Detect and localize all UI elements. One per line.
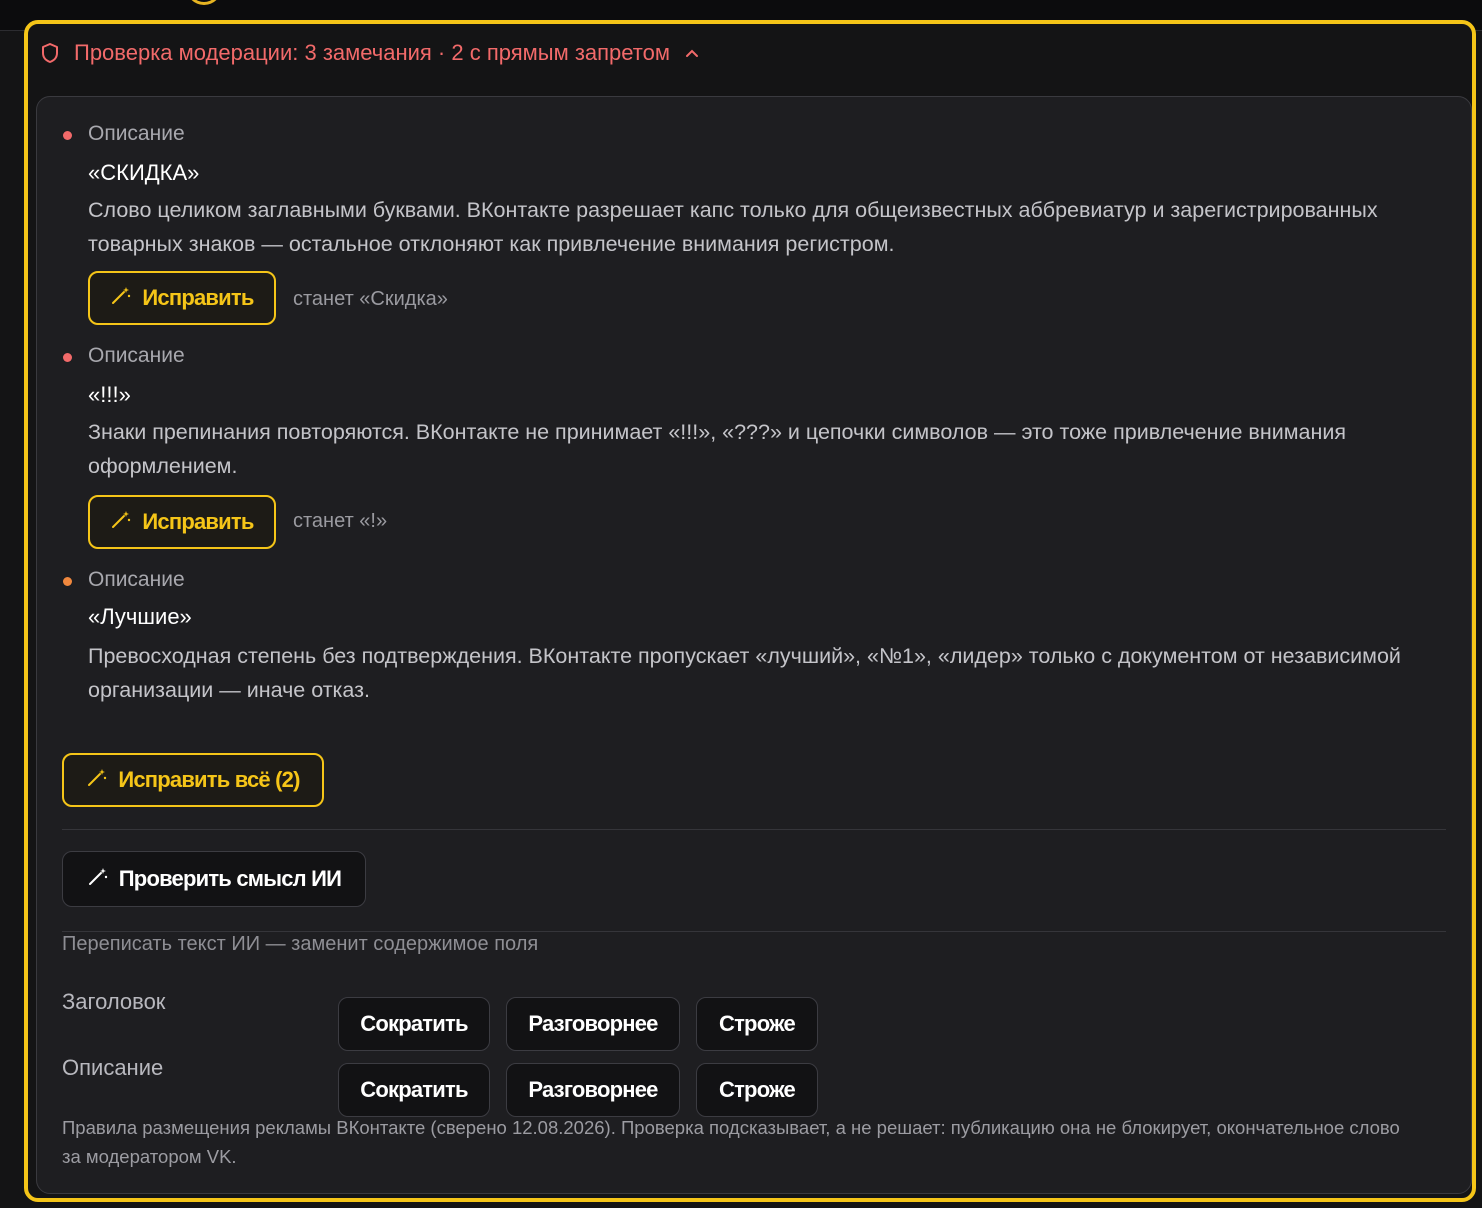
issue-description: Знаки препинания повторяются. ВКонтакте … <box>88 420 1346 478</box>
fix-button[interactable]: Исправить <box>88 271 276 325</box>
issue-field: Описание <box>88 568 185 591</box>
rewrite-row-label: Описание <box>62 1055 164 1080</box>
chevron-up-icon[interactable] <box>684 47 700 59</box>
magic-wand-icon <box>86 766 108 794</box>
fix-button[interactable]: Исправить <box>88 495 276 549</box>
moderation-header-title: Проверка модерации: 3 замечания · 2 с пр… <box>74 40 670 65</box>
issue-word: «!!!» <box>88 382 131 407</box>
moderation-header-toggle[interactable]: Проверка модерации: 3 замечания · 2 с пр… <box>40 40 700 66</box>
severity-dot <box>63 353 72 362</box>
divider <box>62 829 1446 830</box>
rewrite-row-label: Заголовок <box>62 989 166 1014</box>
issue-field: Описание <box>88 344 185 367</box>
stricter-title-button[interactable]: Строже <box>696 997 818 1051</box>
fix-all-button[interactable]: Исправить всё (2) <box>62 753 324 807</box>
magic-wand-icon <box>87 865 109 893</box>
issue-field: Описание <box>88 122 185 145</box>
rules-footnote: Правила размещения рекламы ВКонтакте (св… <box>62 1117 1400 1167</box>
stricter-description-button[interactable]: Строже <box>696 1063 818 1117</box>
shield-icon <box>40 42 60 64</box>
fix-result-text: станет «Скидка» <box>293 288 448 310</box>
magic-wand-icon <box>110 508 132 536</box>
casual-title-button[interactable]: Разговорнее <box>506 997 680 1051</box>
rewrite-section-label: Переписать текст ИИ — заменит содержимое… <box>62 933 539 955</box>
fix-all-label: Исправить всё (2) <box>118 767 300 792</box>
shorten-description-button[interactable]: Сократить <box>338 1063 490 1117</box>
check-meaning-label: Проверить смысл ИИ <box>118 866 342 891</box>
fix-button-label: Исправить <box>142 509 254 534</box>
check-meaning-ai-button[interactable]: Проверить смысл ИИ <box>62 851 366 907</box>
moderation-panel: Проверка модерации: 3 замечания · 2 с пр… <box>24 20 1476 1202</box>
issue-description: Превосходная степень без подтверждения. … <box>88 644 1401 702</box>
fix-result-text: станет «!» <box>293 510 388 532</box>
divider <box>62 931 1446 932</box>
severity-dot <box>63 131 72 140</box>
toolbar-knob <box>186 0 222 5</box>
casual-description-button[interactable]: Разговорнее <box>506 1063 680 1117</box>
issue-description: Слово целиком заглавными буквами. ВКонта… <box>88 198 1378 256</box>
shorten-title-button[interactable]: Сократить <box>338 997 490 1051</box>
moderation-card: Описание «СКИДКА» Слово целиком заглавны… <box>36 96 1472 1194</box>
magic-wand-icon <box>110 284 132 312</box>
fix-button-label: Исправить <box>142 285 254 310</box>
issue-word: «СКИДКА» <box>88 160 200 185</box>
severity-dot <box>63 577 72 586</box>
issue-word: «Лучшие» <box>88 604 192 629</box>
